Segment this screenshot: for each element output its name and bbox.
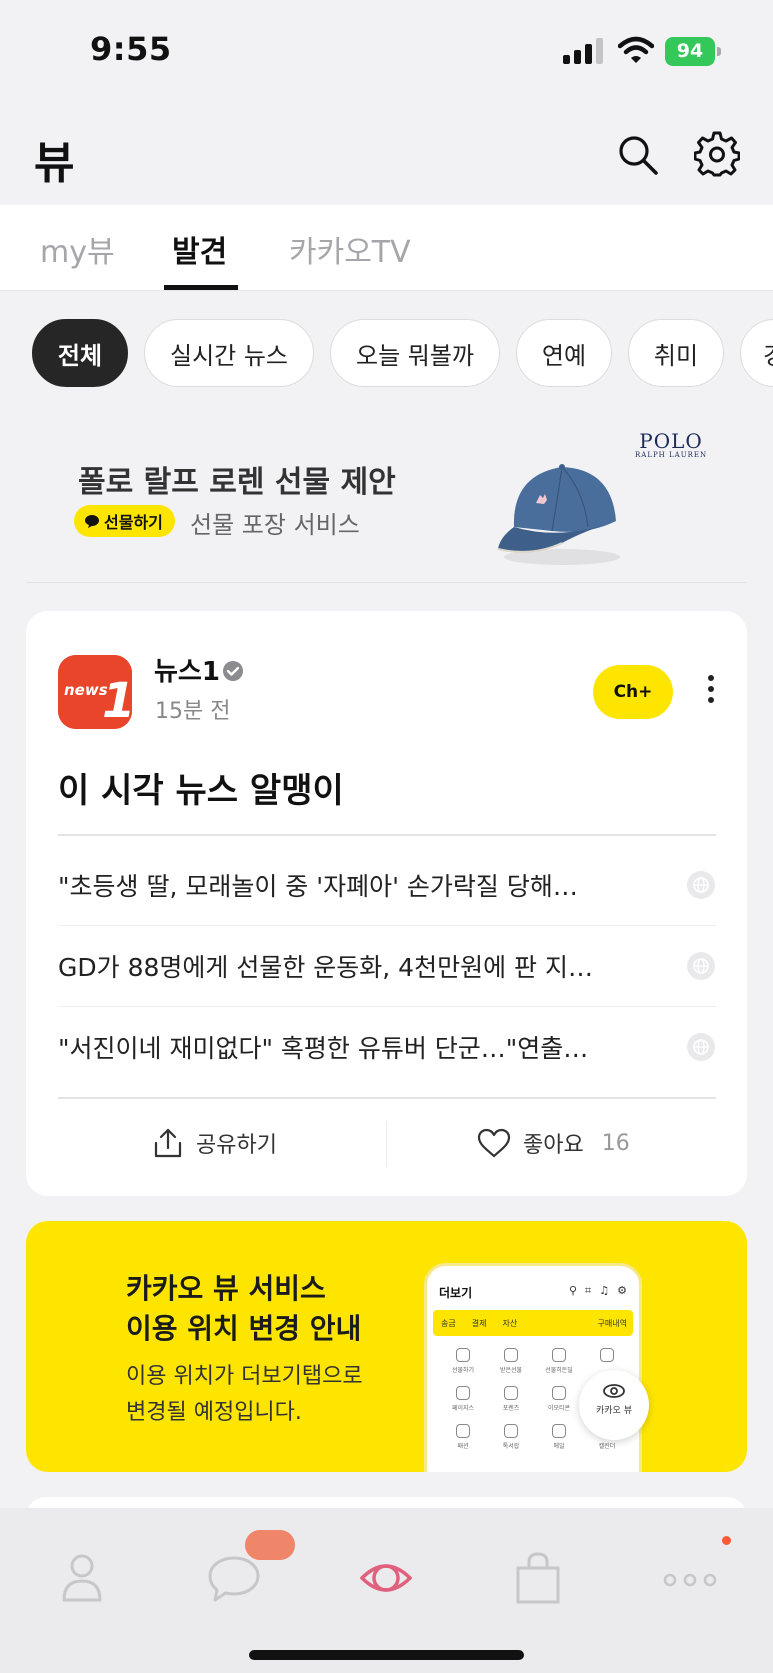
wifi-icon	[618, 36, 654, 63]
chip-all[interactable]: 전체	[32, 319, 128, 387]
battery-level: 94	[665, 37, 715, 66]
divider	[58, 834, 716, 836]
ad-banner[interactable]: 폴로 랄프 로렌 선물 제안 선물하기 선물 포장 서비스 POLO RALPH…	[0, 413, 773, 583]
nav-more-icon[interactable]	[660, 1548, 720, 1608]
app-header: 뷰	[0, 105, 773, 205]
status-bar: 9:55 94	[0, 0, 773, 105]
battery-icon: 94	[665, 37, 721, 66]
top-tabs: my뷰 발견 카카오TV	[0, 205, 773, 291]
share-icon	[154, 1128, 182, 1158]
phone-menu-bar: 송금 결제 자산 구매내역	[433, 1310, 633, 1336]
phone-mockup: 더보기 ⚲ ⌗ ♫ ⚙ 송금 결제 자산 구매내역 선물하기 받은선물 선물히든딜 페…	[424, 1263, 649, 1472]
globe-icon	[687, 1033, 715, 1061]
news-item-title: "서진이네 재미없다" 혹평한 유튜버 단군…"연출…	[58, 1034, 589, 1063]
phone-header-icons: ⚲ ⌗ ♫ ⚙	[568, 1284, 627, 1297]
tab-my-view[interactable]: my뷰	[40, 227, 115, 271]
speech-bubble-icon	[85, 514, 99, 528]
news-item[interactable]: "서진이네 재미없다" 혹평한 유튜버 단군…"연출…	[58, 1007, 716, 1088]
globe-icon	[687, 871, 715, 899]
notice-description: 이용 위치가 더보기탭으로 변경될 예정입니다.	[126, 1364, 363, 1425]
verified-icon	[223, 661, 243, 681]
polo-logo: POLO RALPH LAUREN	[635, 429, 708, 459]
news-item[interactable]: GD가 88명에게 선물한 운동화, 4천만원에 판 지…	[58, 926, 716, 1007]
nav-shopping-icon[interactable]	[508, 1548, 568, 1608]
chip-entertainment[interactable]: 연예	[516, 319, 612, 387]
active-tab-indicator	[164, 285, 238, 290]
chip-partial[interactable]: 경	[740, 319, 773, 387]
page-title: 뷰	[34, 138, 75, 189]
card-headline: 이 시각 뉴스 알맹이	[58, 771, 344, 811]
cellular-signal-icon	[563, 38, 603, 64]
news-item-title: GD가 88명에게 선물한 운동화, 4천만원에 판 지…	[58, 953, 593, 982]
eye-icon	[603, 1384, 625, 1398]
banner-subtitle: 선물 포장 서비스	[190, 511, 360, 539]
kakao-view-fab: 카카오 뷰	[579, 1370, 649, 1440]
svg-text:1: 1	[102, 673, 132, 729]
like-label: 좋아요	[523, 1133, 584, 1158]
tab-discover[interactable]: 발견	[172, 227, 227, 271]
news-card: news 1 뉴스1 15분 전 Ch+ 이 시각 뉴스 알맹이 "초등생 딸,…	[26, 611, 747, 1196]
divider	[58, 1097, 716, 1099]
publisher-name[interactable]: 뉴스1	[154, 651, 220, 688]
bottom-navigation	[0, 1508, 773, 1673]
news-item[interactable]: "초등생 딸, 모래놀이 중 '자폐아' 손가락질 당해…	[58, 845, 716, 926]
home-indicator	[249, 1650, 524, 1660]
more-options-icon[interactable]	[706, 673, 716, 705]
category-chips: 전체 실시간 뉴스 오늘 뭐볼까 연예 취미 경	[0, 292, 773, 412]
like-button[interactable]: 좋아요 16	[477, 1127, 630, 1159]
share-label: 공유하기	[196, 1133, 277, 1158]
search-icon[interactable]	[616, 133, 660, 177]
globe-icon	[687, 952, 715, 980]
heart-icon	[477, 1128, 511, 1158]
chat-unread-badge	[245, 1530, 295, 1560]
gift-badge-label: 선물하기	[104, 513, 163, 532]
cap-image	[497, 464, 620, 565]
gift-badge: 선물하기	[74, 505, 175, 537]
news1-logo[interactable]: news 1	[58, 655, 132, 729]
post-time: 15분 전	[155, 699, 231, 724]
share-button[interactable]: 공유하기	[152, 1127, 277, 1159]
chip-what-to-watch[interactable]: 오늘 뭐볼까	[330, 319, 500, 387]
service-notice-banner[interactable]: 카카오 뷰 서비스 이용 위치 변경 안내 이용 위치가 더보기탭으로 변경될 …	[26, 1221, 747, 1472]
more-notification-dot	[722, 1536, 731, 1545]
news-item-title: "초등생 딸, 모래놀이 중 '자폐아' 손가락질 당해…	[58, 872, 578, 901]
banner-title: 폴로 랄프 로렌 선물 제안	[78, 465, 396, 500]
nav-friends-icon[interactable]	[52, 1548, 112, 1608]
nav-view-icon[interactable]	[356, 1548, 416, 1608]
status-time: 9:55	[90, 30, 172, 68]
like-count: 16	[601, 1130, 630, 1156]
chip-hobby[interactable]: 취미	[628, 319, 724, 387]
add-channel-button[interactable]: Ch+	[593, 665, 673, 719]
notice-title: 카카오 뷰 서비스 이용 위치 변경 안내	[126, 1272, 362, 1345]
news1-logo-mark: news 1	[58, 655, 132, 729]
tab-kakao-tv[interactable]: 카카오TV	[289, 227, 411, 271]
chip-realtime-news[interactable]: 실시간 뉴스	[144, 319, 314, 387]
gear-icon[interactable]	[694, 131, 740, 177]
